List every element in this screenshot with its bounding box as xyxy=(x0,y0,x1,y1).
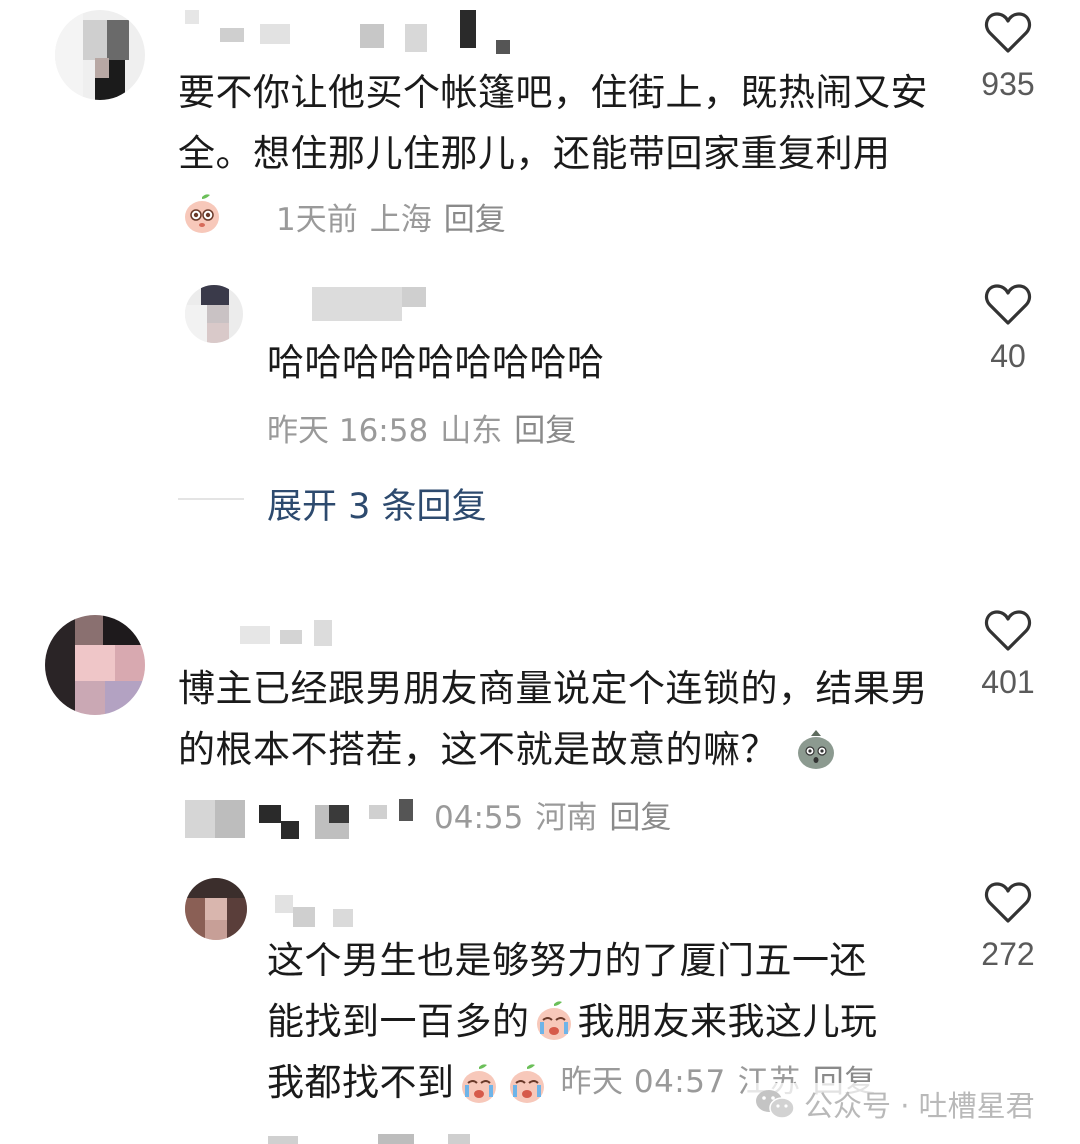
reply-button[interactable]: 回复 xyxy=(444,202,506,238)
next-comment-partial xyxy=(268,1134,508,1144)
peach-crying-emoji xyxy=(457,1061,501,1105)
heart-icon xyxy=(984,882,1032,923)
comment-meta: 04:55 河南 回复 xyxy=(434,792,683,837)
avatar[interactable] xyxy=(185,878,247,940)
reply-button[interactable]: 回复 xyxy=(514,413,576,449)
like-count: 401 xyxy=(981,664,1035,700)
comment-time: 昨天 16:58 xyxy=(267,413,429,449)
comment-text: 博主已经跟男朋友商量说定个连锁的，结果男的根本不搭茬，这不就是故意的嘛？ xyxy=(178,667,928,771)
peach-wide-eyes-emoji xyxy=(180,191,224,235)
like-count: 935 xyxy=(981,66,1035,102)
heart-icon xyxy=(984,284,1032,325)
avatar[interactable] xyxy=(55,10,145,100)
wechat-icon xyxy=(756,1090,795,1119)
peach-crying-emoji xyxy=(532,998,576,1042)
comment-meta: 昨天 16:58 山东 回复 xyxy=(267,405,588,450)
like-button[interactable]: 935 xyxy=(948,10,1068,103)
watermark-text: 公众号 · 吐槽星君 xyxy=(804,1089,1035,1123)
heart-icon xyxy=(984,12,1032,53)
comment-time: 04:55 xyxy=(434,800,524,836)
comment-location: 山东 xyxy=(440,413,503,449)
comment-text: 哈哈哈哈哈哈哈哈哈 xyxy=(267,341,605,384)
like-count: 40 xyxy=(990,338,1026,374)
like-count: 272 xyxy=(981,936,1035,972)
comment-location: 上海 xyxy=(369,202,432,238)
username-pixelated[interactable] xyxy=(240,618,340,648)
expand-replies-button[interactable]: 展开 3 条回复 xyxy=(267,478,487,529)
avatar[interactable] xyxy=(45,615,145,715)
comment-location: 河南 xyxy=(535,800,598,836)
peach-crying-emoji xyxy=(505,1061,549,1105)
avatar[interactable] xyxy=(185,285,243,343)
bag-surprised-emoji xyxy=(794,726,838,770)
username-pixelated[interactable] xyxy=(312,287,432,323)
expand-divider xyxy=(178,498,244,500)
comment-time: 1天前 xyxy=(276,202,358,238)
username-pixelated[interactable] xyxy=(275,895,365,929)
like-button[interactable]: 40 xyxy=(948,282,1068,375)
comment-meta: 1天前 上海 回复 xyxy=(276,194,518,239)
reply-button[interactable]: 回复 xyxy=(609,800,671,836)
heart-icon xyxy=(984,610,1032,651)
username-pixelated[interactable] xyxy=(180,10,520,55)
comment-time: 昨天 04:57 xyxy=(560,1064,726,1100)
username-pixelated xyxy=(185,785,430,840)
like-button[interactable]: 401 xyxy=(948,608,1068,701)
like-button[interactable]: 272 xyxy=(948,880,1068,973)
watermark: 公众号 · 吐槽星君 xyxy=(748,1083,1041,1125)
